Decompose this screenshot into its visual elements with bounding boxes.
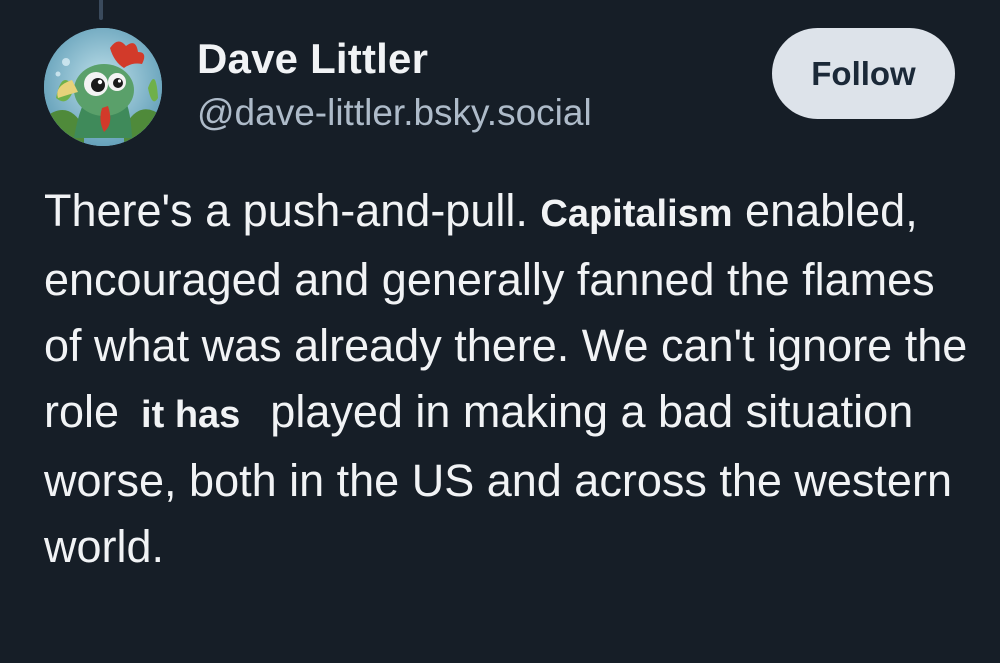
author-handle[interactable]: @dave-littler.bsky.social: [197, 90, 592, 136]
follow-button[interactable]: Follow: [772, 28, 955, 119]
avatar[interactable]: [44, 28, 162, 146]
author-display-name[interactable]: Dave Littler: [197, 34, 592, 84]
post-emphasis-it-has: it has: [141, 394, 241, 436]
cartoon-bird-avatar-icon: [44, 28, 162, 146]
post-text: There's a push-and-pull. Capitalism enab…: [44, 178, 984, 580]
thread-connector-line: [99, 0, 103, 20]
post-emphasis-capitalism: Capitalism: [540, 193, 733, 235]
post-text-segment: There's a push-and-pull.: [44, 185, 541, 236]
post-author: Dave Littler @dave-littler.bsky.social: [197, 34, 592, 136]
